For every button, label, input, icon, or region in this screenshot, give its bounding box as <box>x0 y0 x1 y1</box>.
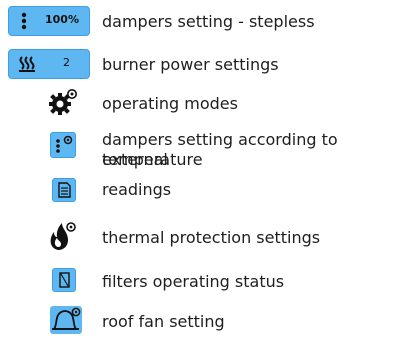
filters-control[interactable] <box>52 268 76 292</box>
roof-fan-control[interactable] <box>50 306 82 334</box>
legend-row-readings: readings <box>0 176 400 206</box>
bell-gear-icon <box>51 307 81 333</box>
legend-row-burner-power: 2 burner power settings <box>0 48 400 82</box>
dampers-stepless-control[interactable]: 100% <box>8 6 90 36</box>
readings-control[interactable] <box>52 178 76 202</box>
dampers-value: 100% <box>45 13 79 26</box>
flame-gear-icon[interactable] <box>46 220 78 252</box>
dampers-stepless-label: dampers setting - stepless <box>102 12 315 31</box>
legend-row-operating-modes: operating modes <box>0 86 400 120</box>
burner-power-value: 2 <box>63 56 70 69</box>
filters-label: filters operating status <box>102 272 285 291</box>
legend-row-roof-fan: roof fan setting <box>0 304 400 338</box>
dampers-external-control[interactable] <box>50 132 76 158</box>
gears-icon[interactable] <box>48 88 78 116</box>
dots-gear-icon <box>54 135 74 155</box>
legend-row-thermal-protection: thermal protection settings <box>0 220 400 256</box>
document-icon <box>58 182 71 198</box>
vertical-dots-icon <box>21 12 27 30</box>
filter-icon <box>59 272 70 288</box>
burner-power-label: burner power settings <box>102 55 279 74</box>
operating-modes-label: operating modes <box>102 94 238 113</box>
thermal-protection-label: thermal protection settings <box>102 228 321 247</box>
legend-row-dampers-external: dampers setting according to external te… <box>0 128 400 172</box>
burner-power-control[interactable]: 2 <box>8 49 90 79</box>
legend-row-dampers-stepless: 100% dampers setting - stepless <box>0 4 400 38</box>
dampers-external-label-line2: temperature <box>102 150 203 169</box>
legend-row-filters: filters operating status <box>0 266 400 296</box>
readings-label: readings <box>102 180 172 199</box>
heating-waves-icon <box>18 55 38 73</box>
roof-fan-label: roof fan setting <box>102 312 225 331</box>
